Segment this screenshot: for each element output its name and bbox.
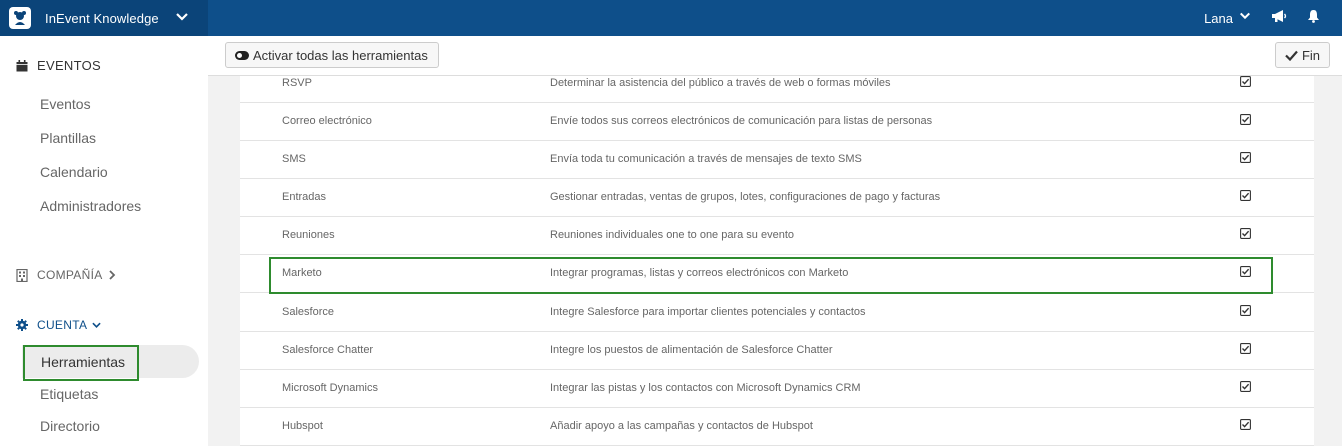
tool-row: SMS Envía toda tu comunicación a través d… xyxy=(240,141,1314,179)
tool-enabled-checkbox[interactable] xyxy=(1240,381,1251,392)
check-icon xyxy=(1285,50,1298,61)
brand-name: InEvent Knowledge xyxy=(45,10,159,26)
tool-description: Integrar las pistas y los contactos con … xyxy=(550,382,861,394)
done-button[interactable]: Fin xyxy=(1274,42,1330,68)
sidebar-section-cuenta[interactable]: CUENTA xyxy=(16,318,101,332)
bell-icon[interactable] xyxy=(1307,9,1320,28)
tool-row: Reuniones Reuniones individuales one to o… xyxy=(240,217,1314,255)
sidebar-section-eventos[interactable]: EVENTOS xyxy=(16,58,101,73)
sidebar-section-label: EVENTOS xyxy=(37,58,101,73)
sidebar-item-herramientas[interactable]: Herramientas xyxy=(41,354,125,370)
activate-all-tools-button[interactable]: Activar todas las herramientas xyxy=(225,42,439,68)
tool-description: Gestionar entradas, ventas de grupos, lo… xyxy=(550,191,941,203)
app-logo xyxy=(9,7,31,29)
main-toolbar: Activar todas las herramientas Fin xyxy=(208,36,1342,76)
sidebar-item-plantillas[interactable]: Plantillas xyxy=(40,130,96,146)
chevron-down-icon[interactable] xyxy=(175,10,189,29)
sidebar-item-directorio[interactable]: Directorio xyxy=(40,418,100,434)
sidebar-item-eventos[interactable]: Eventos xyxy=(40,96,91,112)
tool-enabled-checkbox[interactable] xyxy=(1240,343,1251,354)
user-menu-name[interactable]: Lana xyxy=(1204,11,1233,26)
tool-name: Hubspot xyxy=(282,420,323,432)
brand-switcher[interactable]: InEvent Knowledge xyxy=(0,0,208,36)
tool-enabled-checkbox[interactable] xyxy=(1240,152,1251,163)
tool-row: Microsoft Dynamics Integrar las pistas y … xyxy=(240,370,1314,408)
top-navbar: InEvent Knowledge Lana xyxy=(0,0,1342,36)
chevron-right-icon xyxy=(108,270,116,280)
sidebar-item-etiquetas[interactable]: Etiquetas xyxy=(40,386,98,402)
calendar-icon xyxy=(16,59,28,72)
tool-name: SMS xyxy=(282,153,306,165)
tool-name: Entradas xyxy=(282,191,327,203)
tool-description: Integre Salesforce para importar cliente… xyxy=(550,306,866,318)
done-label: Fin xyxy=(1301,47,1320,63)
tool-description: Integre los puestos de alimentación de S… xyxy=(550,344,833,356)
megaphone-icon[interactable] xyxy=(1271,9,1287,28)
chevron-down-icon[interactable] xyxy=(1239,9,1251,27)
tool-enabled-checkbox[interactable] xyxy=(1240,305,1251,316)
sidebar-item-administradores[interactable]: Administradores xyxy=(40,198,141,214)
tool-enabled-checkbox[interactable] xyxy=(1240,228,1251,239)
toggle-icon xyxy=(235,50,249,60)
tool-enabled-checkbox[interactable] xyxy=(1240,114,1251,125)
sidebar-section-label: COMPAÑÍA xyxy=(37,268,103,282)
activate-all-label: Activar todas las herramientas xyxy=(253,47,428,63)
tool-row: Hubspot Añadir apoyo a las campañas y con… xyxy=(240,408,1314,446)
tool-name: Salesforce xyxy=(282,306,334,318)
tool-name: Salesforce Chatter xyxy=(282,344,374,356)
tool-enabled-checkbox[interactable] xyxy=(1240,419,1251,430)
tool-row: RSVP Determinar la asistencia del público… xyxy=(240,76,1314,103)
tool-row: Salesforce Chatter Integre los puestos de… xyxy=(240,332,1314,370)
tool-description: Añadir apoyo a las campañas y contactos … xyxy=(550,420,813,432)
tool-name: RSVP xyxy=(282,77,312,89)
tool-row: Salesforce Integre Salesforce para import… xyxy=(240,294,1314,332)
gear-icon xyxy=(16,319,28,331)
tool-description: Envía toda tu comunicación a través de m… xyxy=(550,153,862,165)
chevron-down-icon xyxy=(92,321,101,329)
sidebar-section-compania[interactable]: COMPAÑÍA xyxy=(16,268,116,282)
tool-row: Entradas Gestionar entradas, ventas de gr… xyxy=(240,179,1314,217)
tool-name: Microsoft Dynamics xyxy=(282,382,378,394)
building-icon xyxy=(16,268,28,282)
sidebar-section-label: CUENTA xyxy=(37,318,88,332)
tool-description: Envíe todos sus correos electrónicos de … xyxy=(550,115,933,127)
tool-row: Correo electrónico Envíe todos sus correo… xyxy=(240,103,1314,141)
tool-name: Reuniones xyxy=(282,229,335,241)
sidebar-item-calendario[interactable]: Calendario xyxy=(40,164,108,180)
tool-enabled-checkbox[interactable] xyxy=(1240,190,1251,201)
tool-enabled-checkbox[interactable] xyxy=(1240,76,1251,87)
tool-description: Reuniones individuales one to one para s… xyxy=(550,229,795,241)
tool-name: Correo electrónico xyxy=(282,115,372,127)
marketo-highlight-box xyxy=(269,257,1273,294)
sidebar: EVENTOS Eventos Plantillas Calendario Ad… xyxy=(0,36,208,446)
tool-description: Determinar la asistencia del público a t… xyxy=(550,77,891,89)
